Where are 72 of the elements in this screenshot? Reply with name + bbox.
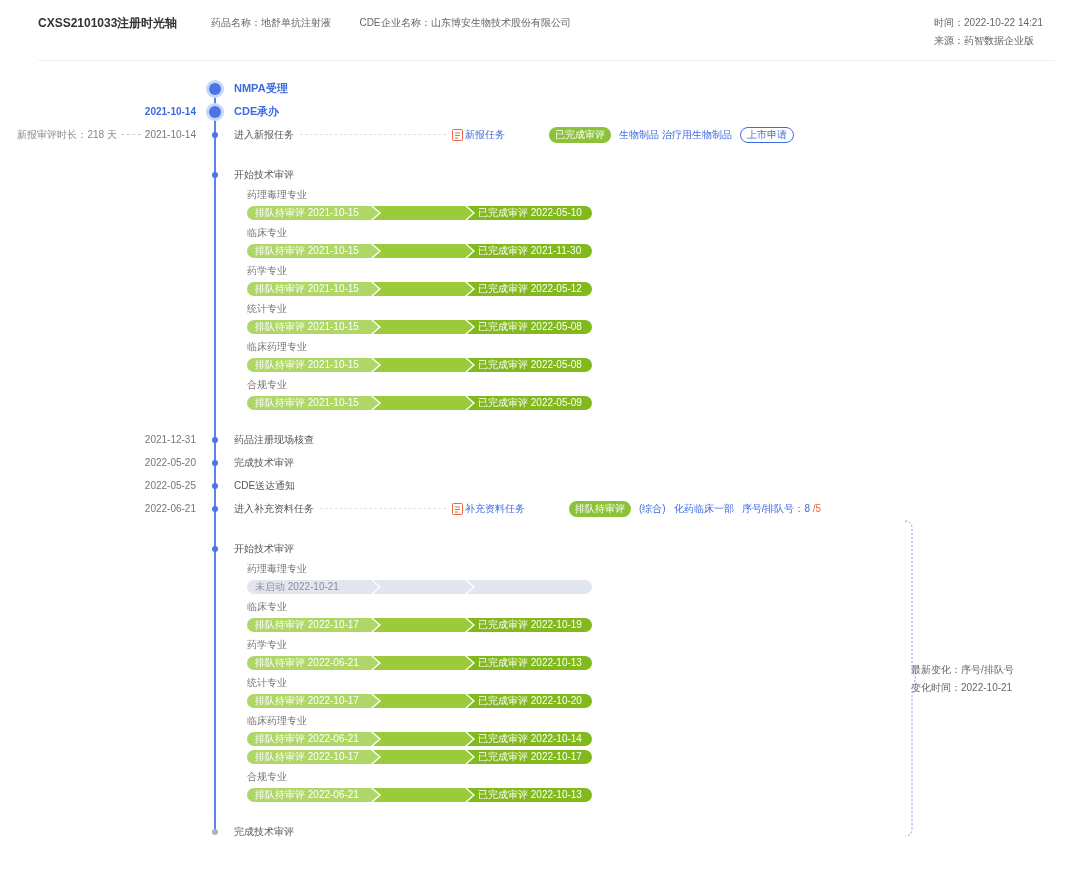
specialty-label: 药学专业 [247,264,288,278]
stage-segment: 已完成审评 2022-10-19 [467,618,592,632]
info-field: 药品名称：地舒单抗注射液 [211,16,332,30]
queue-number: 序号/排队号：8 /5 [741,501,822,516]
stage-segment: 已完成审评 2022-05-08 [467,320,592,334]
category-label: (综合) [639,501,666,516]
specialty-label: 药理毒理专业 [247,188,308,202]
stage-segment: 已完成审评 2021-11-30 [467,244,592,258]
leader-line [120,134,141,135]
info-field: CDE企业名称：山东博安生物技术股份有限公司 [359,16,571,30]
event-label: 开始技术审评 [234,542,294,556]
specialty-label: 统计专业 [247,302,288,316]
event-date: 2021-10-14 [144,106,196,117]
specialty-label: 统计专业 [247,676,288,690]
stage-segment: 已完成审评 2022-05-08 [467,358,592,372]
stage-segment: 排队待审评 2021-10-15 [247,206,379,220]
stage-segment: 已完成审评 2022-05-09 [467,396,592,410]
event-label: CDE送达通知 [234,478,296,493]
duration-label: 新报审评时长：218 天 [17,127,117,142]
stage-segment: 排队待审评 2022-06-21 [247,788,379,802]
stage-segment: 已完成审评 2022-10-13 [467,788,592,802]
source-label: 来源：药智数据企业版 [934,34,1036,48]
change-note: 变化时间：2022-10-21 [911,680,1014,695]
stage-segment: 已完成审评 2022-10-17 [467,750,592,764]
status-badge: 排队待审评 [569,500,631,517]
specialty-label: 药学专业 [247,638,288,652]
category-label: 生物制品 治疗用生物制品 [619,127,732,142]
stage-segment: 已完成审评 2022-10-13 [467,656,592,670]
specialty-label: 临床药理专业 [247,714,308,728]
stage-segment: 排队待审评 2021-10-15 [247,396,379,410]
change-note: 最新变化：序号/排队号 [911,662,1014,677]
stage-segment: 排队待审评 2022-06-21 [247,732,379,746]
category-label: 化药临床一部 [673,501,734,516]
event-label: 药品注册现场核查 [234,432,314,447]
event-label: 开始技术审评 [234,168,294,182]
milestone-label: NMPA受理 [234,81,288,96]
stage-segment: 排队待审评 2022-06-21 [247,656,379,670]
specialty-label: 临床药理专业 [247,340,308,354]
event-date: 2022-05-25 [144,480,196,491]
specialty-label: 药理毒理专业 [247,562,308,576]
event-label: 完成技术审评 [234,455,294,470]
event-label: 完成技术审评 [234,824,294,839]
event-label: 进入补充资料任务 [234,501,314,516]
stage-segment: 已完成审评 2022-10-20 [467,694,592,708]
specialty-label: 合规专业 [247,378,288,392]
stage-segment: 排队待审评 2021-10-15 [247,320,379,334]
stage-segment: 已完成审评 2022-10-14 [467,732,592,746]
stage-segment: 排队待审评 2022-10-17 [247,694,379,708]
page-title: CXSS2101033注册时光轴 [38,14,178,32]
stage-segment: 已完成审评 2022-05-10 [467,206,592,220]
stage-segment: 排队待审评 2021-10-15 [247,244,379,258]
stage-segment: 排队待审评 2022-10-17 [247,750,379,764]
specialty-label: 临床专业 [247,600,288,614]
event-date: 2022-06-21 [144,503,196,514]
event-date: 2021-12-31 [144,434,196,445]
document-icon [452,502,463,515]
event-label: 进入新报任务 [234,127,294,142]
stage-segment: 未启动 2022-10-21 [247,580,379,594]
stage-segment: 排队待审评 2022-10-17 [247,618,379,632]
document-icon [452,128,463,141]
event-date: 2021-10-14 [144,129,196,140]
milestone-label: CDE承办 [234,104,280,119]
event-date: 2022-05-20 [144,457,196,468]
stage-segment: 已完成审评 2022-05-12 [467,282,592,296]
stage-segment: 排队待审评 2021-10-15 [247,282,379,296]
task-link[interactable]: 补充资料任务 [452,501,525,516]
timestamp-label: 时间：2022-10-22 14:21 [934,16,1043,30]
specialty-label: 合规专业 [247,770,288,784]
task-link[interactable]: 新报任务 [452,127,505,142]
status-badge: 已完成审评 [549,126,611,143]
stage-segment: 排队待审评 2021-10-15 [247,358,379,372]
specialty-label: 临床专业 [247,226,288,240]
